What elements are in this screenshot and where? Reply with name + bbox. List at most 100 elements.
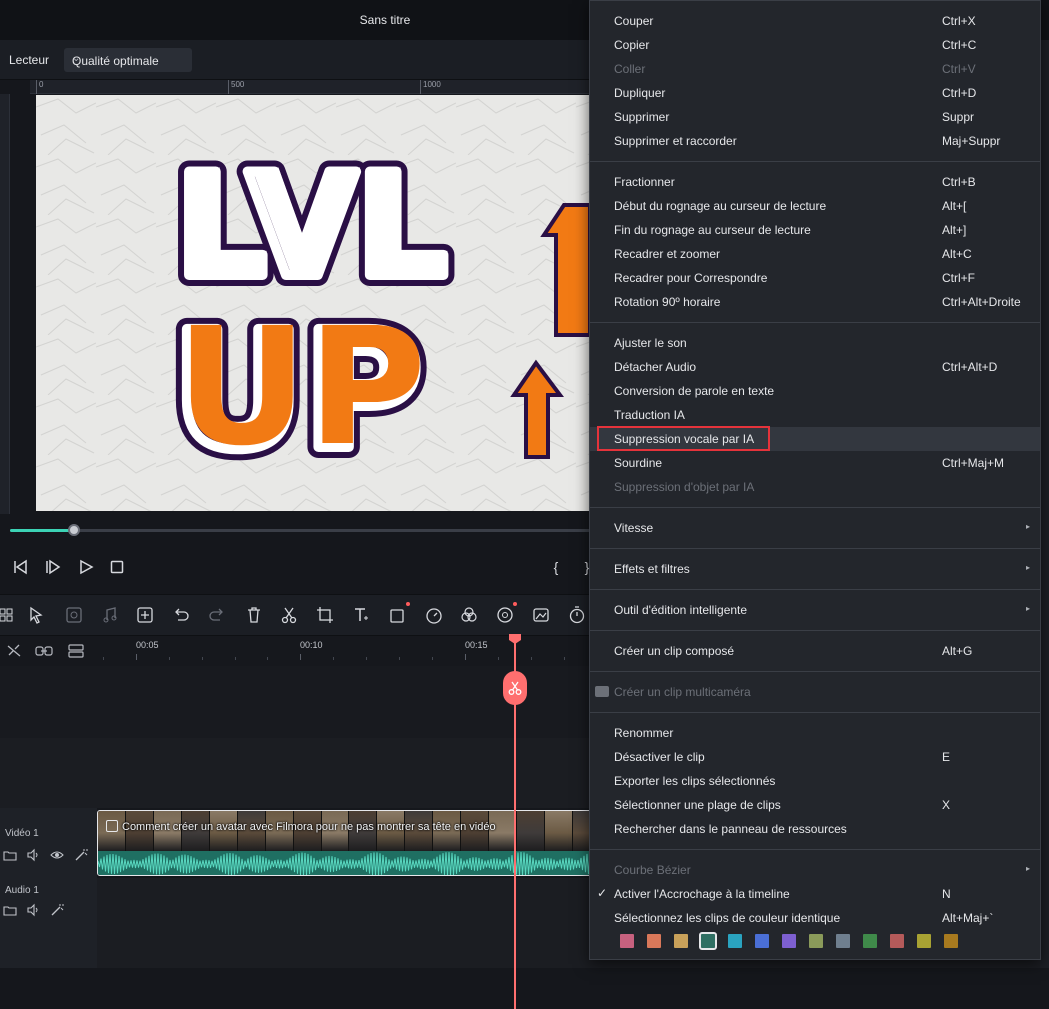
speed-icon[interactable] (424, 605, 444, 625)
magic-wand-icon[interactable] (50, 903, 64, 917)
menu-item-fin-du-rognage-au-curseur-de-lecture[interactable]: Fin du rognage au curseur de lecture Alt+… (590, 218, 1040, 242)
menu-item-label: Conversion de parole en texte (614, 384, 775, 398)
text-icon[interactable] (351, 605, 371, 625)
color-swatch[interactable] (944, 934, 958, 948)
menu-item-label: Activer l'Accrochage à la timeline (614, 887, 790, 901)
link-icon[interactable] (35, 643, 53, 659)
color-swatch[interactable] (647, 934, 661, 948)
menu-item-traduction-ia[interactable]: Traduction IA (590, 403, 1040, 427)
mark-in-icon[interactable]: { (547, 558, 565, 576)
menu-item-debut-du-rognage-au-curseur-de-lecture[interactable]: Début du rognage au curseur de lecture Al… (590, 194, 1040, 218)
video-preview[interactable]: LVL LVL LVL UP UP UP (36, 95, 590, 511)
menu-item-shortcut: Alt+] (942, 223, 967, 237)
time-minor-tick (366, 657, 367, 660)
menu-item-recadrer-et-zoomer[interactable]: Recadrer et zoomer Alt+C (590, 242, 1040, 266)
playback-scrubber-handle[interactable] (67, 524, 80, 536)
grid-icon[interactable] (0, 605, 16, 625)
color-swatch[interactable] (674, 934, 688, 948)
scissors-icon[interactable] (279, 605, 299, 625)
audio-beat-icon[interactable] (100, 605, 120, 625)
menu-item-shortcut: Ctrl+C (942, 38, 977, 52)
menu-item-desactiver-le-clip[interactable]: Désactiver le clip E (590, 745, 1040, 769)
add-folder-icon[interactable] (3, 848, 17, 862)
menu-item-fractionner[interactable]: Fractionner Ctrl+B (590, 170, 1040, 194)
menu-item-copier[interactable]: Copier Ctrl+C (590, 33, 1040, 57)
ai-image-icon[interactable] (531, 605, 551, 625)
menu-item-label: Sélectionnez les clips de couleur identi… (614, 911, 841, 925)
menu-item-coller: Coller Ctrl+V (590, 57, 1040, 81)
time-label: 00:10 (300, 640, 323, 650)
color-swatch[interactable] (699, 932, 717, 950)
undo-icon[interactable] (171, 605, 191, 625)
color-swatch[interactable] (863, 934, 877, 948)
menu-item-selectionner-une-plage-de-clips[interactable]: Sélectionner une plage de clips X (590, 793, 1040, 817)
menu-item-shortcut: Ctrl+D (942, 86, 977, 100)
time-minor-tick (531, 657, 532, 660)
color-swatch[interactable] (836, 934, 850, 948)
playback-progress-track[interactable] (10, 529, 590, 532)
stop-icon[interactable] (108, 558, 126, 576)
unlink-icon[interactable] (5, 643, 23, 659)
menu-item-renommer[interactable]: Renommer (590, 721, 1040, 745)
delete-icon[interactable] (244, 605, 264, 625)
playhead-scissors-icon[interactable] (503, 671, 527, 705)
previous-frame-icon[interactable] (11, 558, 29, 576)
add-folder-icon[interactable] (3, 903, 17, 917)
eye-icon[interactable] (50, 848, 64, 862)
speaker-icon[interactable] (26, 903, 40, 917)
menu-item-detacher-audio[interactable]: Détacher Audio Ctrl+Alt+D (590, 355, 1040, 379)
menu-item-activer-l-accrochage-a-la-timeline[interactable]: ✓ Activer l'Accrochage à la timeline N (590, 882, 1040, 906)
menu-item-conversion-de-parole-en-texte[interactable]: Conversion de parole en texte (590, 379, 1040, 403)
next-frame-icon[interactable] (44, 558, 62, 576)
timeline-time-ruler[interactable]: 00:05 00:10 00:15 (98, 636, 598, 666)
menu-item-label: Créer un clip multicaméra (614, 685, 751, 699)
menu-item-vitesse[interactable]: Vitesse ▸ (590, 516, 1040, 540)
speaker-icon[interactable] (26, 848, 40, 862)
menu-item-label: Effets et filtres (614, 562, 690, 576)
color-swatch[interactable] (728, 934, 742, 948)
time-minor-tick (399, 657, 400, 660)
color-swatch[interactable] (890, 934, 904, 948)
menu-item-exporter-les-clips-selectionnes[interactable]: Exporter les clips sélectionnés (590, 769, 1040, 793)
color-icon[interactable] (459, 605, 479, 625)
quality-dropdown[interactable]: Qualité optimale ⌄ (64, 48, 192, 72)
menu-item-creer-un-clip-compose[interactable]: Créer un clip composé Alt+G (590, 639, 1040, 663)
timeline-bottom-area (0, 968, 1049, 1009)
select-tool-icon[interactable] (27, 605, 47, 625)
menu-item-supprimer[interactable]: Supprimer Suppr (590, 105, 1040, 129)
menu-item-label: Suppression d'objet par IA (614, 480, 755, 494)
checkmark-icon: ✓ (597, 886, 608, 900)
ai-mask-icon[interactable] (64, 605, 84, 625)
timer-icon[interactable] (567, 605, 587, 625)
menu-item-recadrer-pour-correspondre[interactable]: Recadrer pour Correspondre Ctrl+F (590, 266, 1040, 290)
menu-item-outil-d-edition-intelligente[interactable]: Outil d'édition intelligente ▸ (590, 598, 1040, 622)
time-minor-tick (498, 657, 499, 660)
crop-icon[interactable] (315, 605, 335, 625)
color-swatch[interactable] (755, 934, 769, 948)
color-swatch[interactable] (782, 934, 796, 948)
color-swatch[interactable] (917, 934, 931, 948)
menu-item-sourdine[interactable]: Sourdine Ctrl+Maj+M (590, 451, 1040, 475)
menu-item-label: Ajuster le son (614, 336, 687, 350)
time-minor-tick (202, 657, 203, 660)
track-settings-icon[interactable] (67, 643, 85, 659)
color-swatch[interactable] (620, 934, 634, 948)
menu-item-selectionnez-les-clips-de-couleur-identique[interactable]: Sélectionnez les clips de couleur identi… (590, 906, 1040, 930)
menu-item-rotation-90-horaire[interactable]: Rotation 90º horaire Ctrl+Alt+Droite (590, 290, 1040, 314)
play-icon[interactable] (77, 558, 95, 576)
magic-wand-icon[interactable] (74, 848, 88, 862)
shape-icon[interactable] (388, 602, 410, 625)
add-marker-icon[interactable] (135, 605, 155, 625)
menu-item-rechercher-dans-le-panneau-de-ressources[interactable]: Rechercher dans le panneau de ressources (590, 817, 1040, 841)
redo-icon[interactable] (207, 605, 227, 625)
menu-item-label: Courbe Bézier (614, 863, 691, 877)
menu-item-dupliquer[interactable]: Dupliquer Ctrl+D (590, 81, 1040, 105)
menu-item-ajuster-le-son[interactable]: Ajuster le son (590, 331, 1040, 355)
time-minor-tick (333, 657, 334, 660)
color-swatch[interactable] (809, 934, 823, 948)
time-major-tick (136, 654, 137, 660)
menu-item-supprimer-et-raccorder[interactable]: Supprimer et raccorder Maj+Suppr (590, 129, 1040, 153)
menu-item-effets-et-filtres[interactable]: Effets et filtres ▸ (590, 557, 1040, 581)
ai-audio-icon[interactable] (495, 602, 517, 625)
menu-item-couper[interactable]: Couper Ctrl+X (590, 9, 1040, 33)
